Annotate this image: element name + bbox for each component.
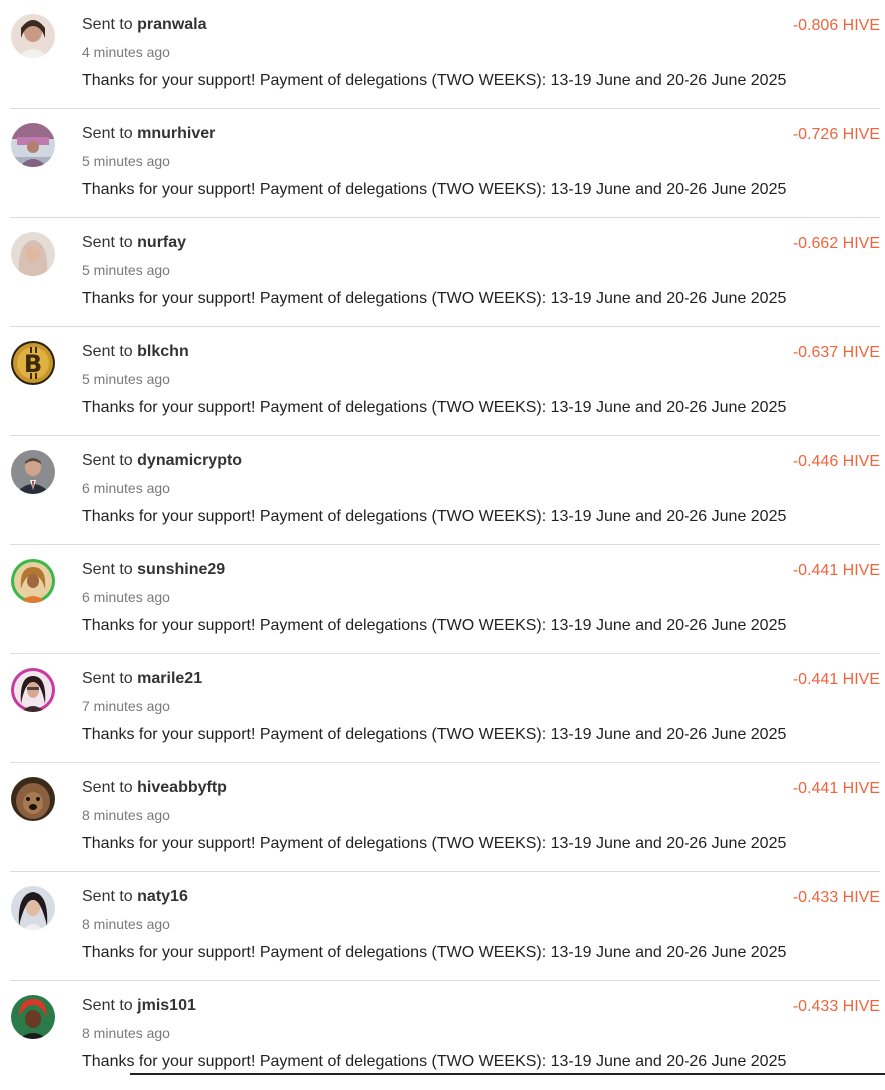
avatar[interactable] [11, 559, 55, 603]
recipient-link[interactable]: sunshine29 [137, 561, 225, 578]
transfer-title: Sent to marile21 [82, 669, 202, 689]
transfer-time: 6 minutes ago [82, 589, 170, 605]
transfer-row: Sent to dynamicrypto 6 minutes ago Thank… [0, 436, 885, 545]
transfer-prefix: Sent to [82, 125, 133, 142]
transfer-amount: -0.726 HIVE [792, 126, 880, 143]
transfer-amount: -0.441 HIVE [792, 562, 880, 579]
recipient-link[interactable]: pranwala [137, 16, 206, 33]
transfer-amount: -0.433 HIVE [792, 998, 880, 1015]
avatar[interactable] [11, 777, 55, 821]
transfer-prefix: Sent to [82, 343, 133, 360]
user-avatar-icon [11, 559, 55, 603]
transfer-row: Sent to mnurhiver 5 minutes ago Thanks f… [0, 109, 885, 218]
transfer-prefix: Sent to [82, 452, 133, 469]
transfer-memo: Thanks for your support! Payment of dele… [82, 1053, 787, 1070]
user-avatar-icon [11, 668, 55, 712]
recipient-link[interactable]: nurfay [137, 234, 186, 251]
transfer-title: Sent to jmis101 [82, 996, 196, 1016]
avatar[interactable] [11, 995, 55, 1039]
avatar[interactable] [11, 450, 55, 494]
transfer-time: 6 minutes ago [82, 480, 170, 496]
transfer-time: 4 minutes ago [82, 44, 170, 60]
avatar[interactable] [11, 123, 55, 167]
transfer-memo: Thanks for your support! Payment of dele… [82, 290, 787, 307]
transfer-memo: Thanks for your support! Payment of dele… [82, 835, 787, 852]
transfer-prefix: Sent to [82, 16, 133, 33]
transfer-row: Sent to sunshine29 6 minutes ago Thanks … [0, 545, 885, 654]
transfer-prefix: Sent to [82, 561, 133, 578]
transfer-memo: Thanks for your support! Payment of dele… [82, 181, 787, 198]
transfer-memo: Thanks for your support! Payment of dele… [82, 617, 787, 634]
transfer-memo: Thanks for your support! Payment of dele… [82, 726, 787, 743]
transfer-row: Sent to naty16 8 minutes ago Thanks for … [0, 872, 885, 981]
recipient-link[interactable]: marile21 [137, 670, 202, 687]
transfer-memo: Thanks for your support! Payment of dele… [82, 399, 787, 416]
transfer-prefix: Sent to [82, 234, 133, 251]
transfer-title: Sent to blkchn [82, 342, 189, 362]
transfer-time: 5 minutes ago [82, 262, 170, 278]
transfer-history-list: Sent to pranwala 4 minutes ago Thanks fo… [0, 0, 885, 1090]
transfer-amount: -0.446 HIVE [792, 453, 880, 470]
avatar[interactable] [11, 232, 55, 276]
transfer-prefix: Sent to [82, 670, 133, 687]
transfer-amount: -0.806 HIVE [792, 17, 880, 34]
transfer-row: Sent to marile21 7 minutes ago Thanks fo… [0, 654, 885, 763]
transfer-prefix: Sent to [82, 779, 133, 796]
transfer-row: Sent to pranwala 4 minutes ago Thanks fo… [0, 0, 885, 109]
transfer-title: Sent to pranwala [82, 15, 207, 35]
user-avatar-icon [11, 14, 55, 58]
transfer-amount: -0.441 HIVE [792, 780, 880, 797]
transfer-time: 5 minutes ago [82, 153, 170, 169]
user-avatar-icon [11, 232, 55, 276]
avatar[interactable]: B [11, 341, 55, 385]
transfer-time: 5 minutes ago [82, 371, 170, 387]
transfer-title: Sent to dynamicrypto [82, 451, 242, 471]
transfer-time: 7 minutes ago [82, 698, 170, 714]
dog-avatar-icon [11, 777, 55, 821]
recipient-link[interactable]: jmis101 [137, 997, 196, 1014]
transfer-title: Sent to naty16 [82, 887, 188, 907]
transfer-row: Sent to nurfay 5 minutes ago Thanks for … [0, 218, 885, 327]
transfer-title: Sent to sunshine29 [82, 560, 225, 580]
transfer-amount: -0.662 HIVE [792, 235, 880, 252]
transfer-title: Sent to nurfay [82, 233, 186, 253]
transfer-row: Sent to hiveabbyftp 8 minutes ago Thanks… [0, 763, 885, 872]
user-avatar-icon [11, 995, 55, 1039]
transfer-memo: Thanks for your support! Payment of dele… [82, 944, 787, 961]
avatar[interactable] [11, 886, 55, 930]
transfer-time: 8 minutes ago [82, 1025, 170, 1041]
user-avatar-icon [11, 886, 55, 930]
transfer-amount: -0.637 HIVE [792, 344, 880, 361]
recipient-link[interactable]: mnurhiver [137, 125, 215, 142]
bitcoin-coin-icon: B [11, 341, 55, 385]
transfer-amount: -0.433 HIVE [792, 889, 880, 906]
transfer-title: Sent to mnurhiver [82, 124, 215, 144]
user-avatar-icon [11, 123, 55, 167]
transfer-row: B Sent to blkchn 5 minutes ago Thanks fo… [0, 327, 885, 436]
transfer-prefix: Sent to [82, 997, 133, 1014]
recipient-link[interactable]: blkchn [137, 343, 189, 360]
transfer-time: 8 minutes ago [82, 916, 170, 932]
avatar[interactable] [11, 14, 55, 58]
avatar[interactable] [11, 668, 55, 712]
user-avatar-icon [11, 450, 55, 494]
recipient-link[interactable]: dynamicrypto [137, 452, 242, 469]
svg-text:B: B [24, 350, 42, 378]
recipient-link[interactable]: hiveabbyftp [137, 779, 227, 796]
transfer-title: Sent to hiveabbyftp [82, 778, 227, 798]
transfer-amount: -0.441 HIVE [792, 671, 880, 688]
transfer-memo: Thanks for your support! Payment of dele… [82, 508, 787, 525]
transfer-memo: Thanks for your support! Payment of dele… [82, 72, 787, 89]
transfer-prefix: Sent to [82, 888, 133, 905]
recipient-link[interactable]: naty16 [137, 888, 188, 905]
transfer-time: 8 minutes ago [82, 807, 170, 823]
